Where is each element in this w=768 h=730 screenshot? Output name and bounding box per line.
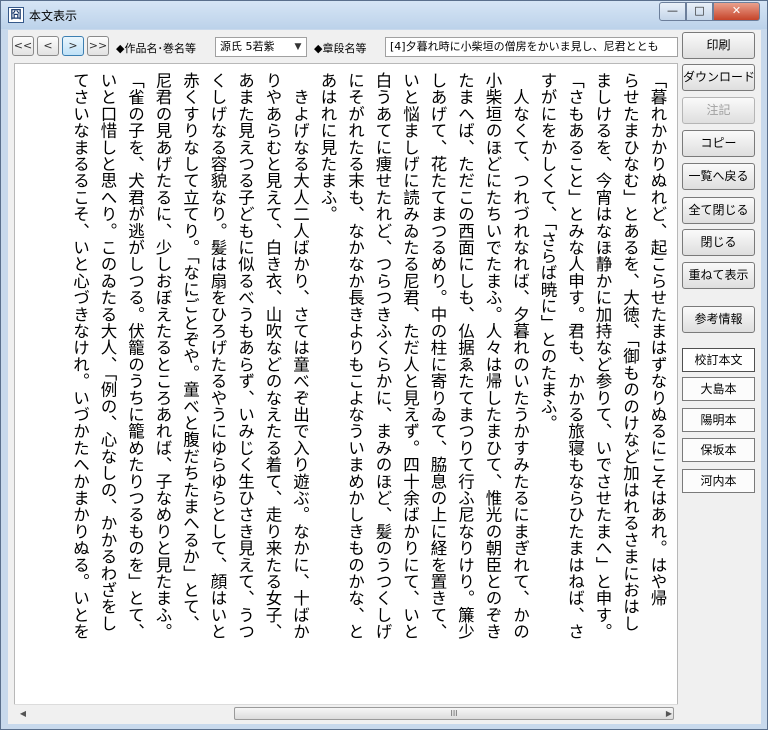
work-name-value: 源氏 5若紫 <box>220 40 275 53</box>
work-name-label: ◆作品名･巻名等 <box>116 42 196 55</box>
section-name-label: ◆章段名等 <box>314 42 367 55</box>
close-button[interactable]: 閉じる <box>682 229 755 256</box>
download-button[interactable]: ダウンロード <box>682 64 755 91</box>
horizontal-scrollbar[interactable]: ◀ III ▶ <box>14 704 678 721</box>
app-icon: 囧 <box>8 7 24 23</box>
next-page-button[interactable]: > <box>62 36 84 56</box>
notes-button[interactable]: 注記 <box>682 97 755 124</box>
version-button-youmei[interactable]: 陽明本 <box>682 408 755 432</box>
version-button-koutei[interactable]: 校訂本文 <box>682 348 755 372</box>
minimize-button[interactable]: — <box>659 2 686 21</box>
version-button-oshima[interactable]: 大島本 <box>682 377 755 401</box>
tile-display-button[interactable]: 重ねて表示 <box>682 262 755 289</box>
prev-page-button[interactable]: < <box>37 36 59 56</box>
close-all-button[interactable]: 全て閉じる <box>682 197 755 224</box>
back-to-list-button[interactable]: 一覧へ戻る <box>682 163 755 190</box>
maximize-button[interactable]: □ <box>686 2 713 21</box>
version-button-kawachi[interactable]: 河内本 <box>682 469 755 493</box>
chevron-down-icon: ▼ <box>290 38 306 56</box>
client-area: << < > >> ◆作品名･巻名等 源氏 5若紫 ▼ ◆章段名等 [4]夕暮れ… <box>8 30 761 724</box>
text-display-window: 囧 本文表示 — □ ✕ << < > >> ◆作品名･巻名等 源氏 5若紫 ▼… <box>0 0 768 730</box>
version-button-hosaka[interactable]: 保坂本 <box>682 438 755 462</box>
section-name-value: [4]夕暮れ時に小柴垣の僧房をかいま見し、尼君ととも <box>390 40 659 53</box>
copy-button[interactable]: コピー <box>682 130 755 157</box>
print-button[interactable]: 印刷 <box>682 32 755 59</box>
reference-info-button[interactable]: 参考情報 <box>682 306 755 333</box>
last-page-button[interactable]: >> <box>87 36 109 56</box>
first-page-button[interactable]: << <box>12 36 34 56</box>
scroll-thumb[interactable]: III <box>234 707 674 720</box>
work-name-select[interactable]: 源氏 5若紫 ▼ <box>215 37 307 57</box>
title-bar[interactable]: 囧 本文表示 — □ ✕ <box>1 1 767 29</box>
window-title: 本文表示 <box>29 9 78 23</box>
main-text: 「暮れかかりぬれど、起こらせたまはずなりぬるにこそはあれ。はや帰 らせたまひなむ… <box>70 72 668 640</box>
scroll-left-arrow-icon[interactable]: ◀ <box>16 707 30 720</box>
scroll-right-arrow-icon[interactable]: ▶ <box>662 707 676 720</box>
section-name-select[interactable]: [4]夕暮れ時に小柴垣の僧房をかいま見し、尼君ととも <box>385 37 678 57</box>
main-text-area[interactable]: 「暮れかかりぬれど、起こらせたまはずなりぬるにこそはあれ。はや帰 らせたまひなむ… <box>14 63 678 719</box>
close-window-button[interactable]: ✕ <box>713 2 760 21</box>
